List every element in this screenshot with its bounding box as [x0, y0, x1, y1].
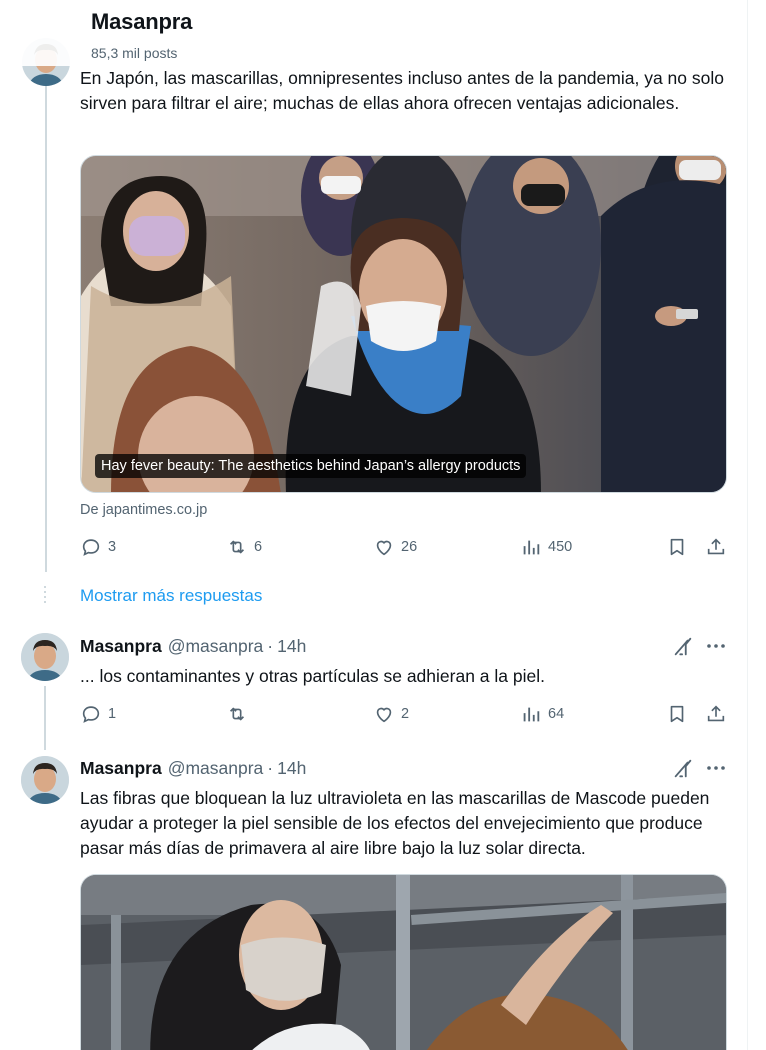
link-card-image[interactable]: Hay fever beauty: The aesthetics behind … [80, 155, 727, 493]
author-handle[interactable]: @masanpra [168, 636, 264, 657]
link-source[interactable]: De japantimes.co.jp [80, 502, 207, 518]
share-icon [707, 705, 725, 722]
views-button[interactable]: 450 [520, 536, 572, 558]
reply-count: 3 [108, 539, 117, 555]
author-name[interactable]: Masanpra [80, 636, 162, 657]
link-card-title: Hay fever beauty: The aesthetics behind … [95, 454, 527, 478]
like-count: 26 [401, 539, 418, 555]
views-icon [523, 707, 540, 722]
masked-women-photo [81, 875, 726, 1050]
bookmark-button[interactable] [666, 703, 692, 725]
header-post-count: 85,3 mil posts [91, 45, 178, 61]
author-name[interactable]: Masanpra [80, 758, 162, 779]
repost-button[interactable]: 6 [226, 536, 262, 558]
header-title: Masanpra [91, 9, 193, 34]
like-button[interactable]: 26 [373, 536, 417, 558]
reply-button[interactable]: 1 [80, 703, 116, 725]
thread-line [45, 86, 47, 572]
like-icon [376, 540, 392, 556]
like-count: 2 [401, 706, 410, 722]
post-text: ... los contaminantes y otras partículas… [80, 666, 545, 686]
grok-icon[interactable] [672, 758, 694, 780]
crowd-photo [81, 156, 726, 492]
bookmark-icon [670, 538, 684, 556]
post-header: Masanpra @masanpra · 14h [80, 758, 306, 779]
views-count: 64 [548, 706, 565, 722]
reply-icon [82, 706, 100, 723]
share-button[interactable] [705, 536, 731, 558]
show-more-replies-link[interactable]: Mostrar más respuestas [80, 586, 262, 606]
share-button[interactable] [705, 703, 731, 725]
repost-icon [229, 707, 245, 721]
like-button[interactable]: 2 [373, 703, 409, 725]
views-button[interactable]: 64 [520, 703, 564, 725]
repost-icon [229, 540, 245, 554]
grok-icon[interactable] [672, 636, 694, 658]
reply-icon [82, 539, 100, 556]
post-image[interactable] [80, 874, 727, 1050]
share-icon [707, 538, 725, 555]
profile-header: Masanpra 85,3 mil posts [0, 0, 747, 66]
author-handle[interactable]: @masanpra [168, 758, 264, 779]
column-border [747, 0, 748, 1050]
views-icon [523, 540, 540, 555]
thread-line [44, 686, 46, 750]
avatar[interactable] [21, 756, 69, 804]
views-count: 450 [548, 539, 573, 555]
reply-button[interactable]: 3 [80, 536, 116, 558]
bookmark-icon [670, 705, 684, 723]
post-actions: 3 6 26 450 [80, 536, 728, 560]
more-icon[interactable] [704, 756, 728, 780]
post-actions: 1 2 64 [80, 703, 728, 727]
reply-count: 1 [108, 706, 117, 722]
repost-button[interactable] [226, 703, 254, 725]
thread-dots [44, 586, 46, 606]
post-header: Masanpra @masanpra · 14h [80, 636, 306, 657]
like-icon [376, 707, 392, 723]
more-icon[interactable] [704, 634, 728, 658]
separator: · [267, 636, 274, 656]
separator: · [267, 758, 274, 778]
avatar[interactable] [21, 633, 69, 681]
post-text: Las fibras que bloquean la luz ultraviol… [80, 788, 710, 858]
bookmark-button[interactable] [666, 536, 692, 558]
post-time[interactable]: 14h [277, 758, 306, 779]
post-text: En Japón, las mascarillas, omnipresentes… [80, 68, 724, 113]
post-time[interactable]: 14h [277, 636, 306, 657]
repost-count: 6 [254, 539, 263, 555]
